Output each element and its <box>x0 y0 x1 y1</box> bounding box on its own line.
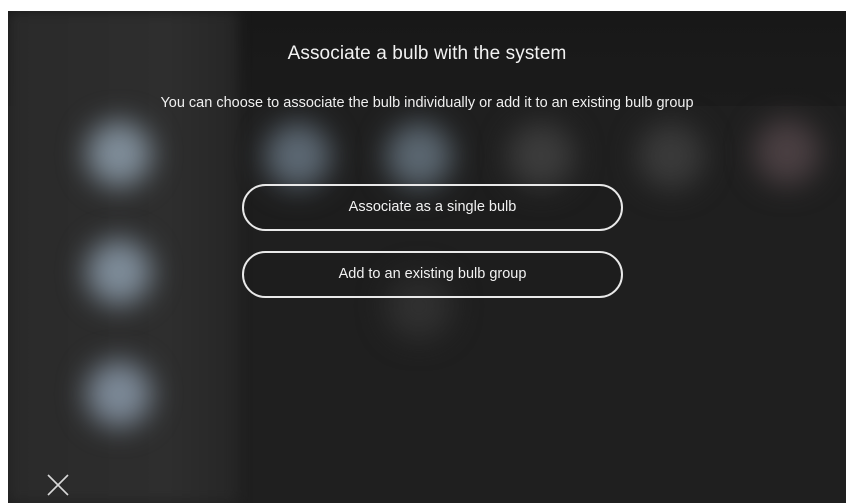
close-icon[interactable] <box>44 471 72 499</box>
screen: Associate a bulb with the system You can… <box>8 11 846 503</box>
association-dialog: Associate a bulb with the system You can… <box>8 11 846 503</box>
dialog-title: Associate a bulb with the system <box>287 43 567 64</box>
add-to-bulb-group-button[interactable]: Add to an existing bulb group <box>242 251 623 298</box>
associate-single-bulb-button[interactable]: Associate as a single bulb <box>242 184 623 231</box>
dialog-description: You can choose to associate the bulb ind… <box>160 95 694 111</box>
